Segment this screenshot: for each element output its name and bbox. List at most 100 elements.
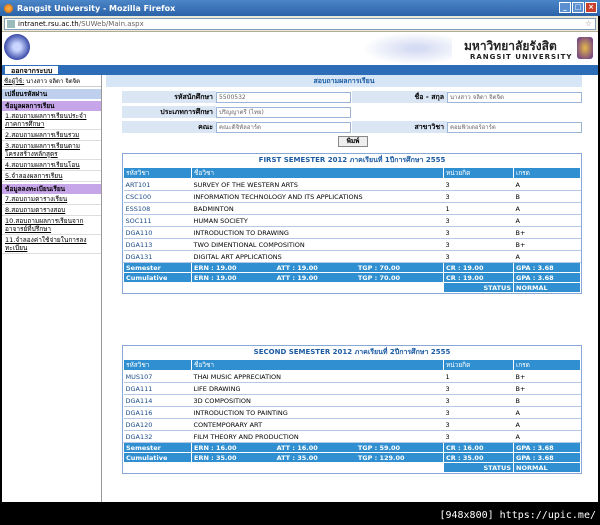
course-code: ESS108 [123, 202, 192, 215]
course-row: ESS108 BADMINTON 1 A [123, 202, 581, 215]
course-row: DGA111 LIFE DRAWING 3 B+ [123, 382, 581, 395]
major-field: คอมพิวเตอร์อาร์ต [447, 121, 582, 133]
course-row: SOC111 HUMAN SOCIETY 3 A [123, 214, 581, 227]
course-row: DGA132 FILM THEORY AND PRODUCTION 3 A [123, 430, 581, 443]
second-semester-rows: MUS107 THAI MUSIC APPRECIATION 1 B+ DGA111 LI… [123, 370, 581, 443]
summary-gpa: GPA : 3.68 [513, 442, 581, 453]
second-semester-panel: SECOND SEMESTER 2012 ภาคเรียนที่ 2ปีการศ… [122, 345, 582, 474]
student-id-label: รหัสนักศึกษา [122, 91, 216, 103]
address-input[interactable]: intranet.rsu.ac.th /SUWeb/Main.aspx ☆ [4, 17, 596, 30]
sidebar-item-fee-simulation[interactable]: 11.จำลองค่าใช้จ่ายในการลงทะเบียน [2, 235, 101, 254]
course-code: DGA114 [123, 394, 192, 407]
course-row: DGA116 INTRODUCTION TO PAINTING 3 A [123, 406, 581, 419]
course-name: THAI MUSIC APPRECIATION [191, 370, 444, 383]
main-content: สอบถามผลการเรียน รหัสนักศึกษา 5500532 ชื… [106, 75, 598, 502]
status-value: NORMAL [513, 282, 581, 293]
course-row: DGA113 TWO DIMENTIONAL COMPOSITION 3 B+ [123, 238, 581, 251]
summary-cr: CR : 16.00 [443, 442, 514, 453]
cumulative-att: ATT : 35.00 [276, 453, 318, 462]
header-decoration [362, 32, 452, 65]
sidebar-item-curriculum-grades[interactable]: 3.สอบถามผลการเรียนตามโครงสร้างหลักสูตร [2, 141, 101, 160]
bookmark-star-icon[interactable]: ☆ [585, 19, 592, 28]
second-semester-title: SECOND SEMESTER 2012 ภาคเรียนที่ 2ปีการศ… [123, 346, 581, 359]
course-unit: 3 [443, 226, 514, 239]
user-label: ชื่อผู้ใช้: [4, 78, 25, 85]
summary-att: ATT : 19.00 [276, 263, 318, 272]
course-row: MUS107 THAI MUSIC APPRECIATION 1 B+ [123, 370, 581, 383]
first-semester-table: รหัสวิชา ชื่อวิชา หน่วยกิต เกรด ART101 SU… [123, 167, 581, 293]
page-title: สอบถามผลการเรียน [106, 75, 582, 87]
title-bar: Rangsit University - Mozilla Firefox _ □… [0, 0, 600, 16]
course-code: DGA111 [123, 382, 192, 395]
close-button[interactable]: × [585, 2, 597, 13]
status-label: STATUS [443, 462, 514, 473]
col-code: รหัสวิชา [123, 359, 192, 371]
sidebar-item-transfer-grades[interactable]: 4.สอบถามผลการเรียนโอน [2, 160, 101, 171]
cumulative-tgp: TGP : 70.00 [357, 273, 401, 282]
course-grade: B+ [513, 238, 581, 251]
course-row: ART101 SURVEY OF THE WESTERN ARTS 3 A [123, 178, 581, 191]
status-spacer [123, 282, 192, 293]
course-name: 3D COMPOSITION [191, 394, 444, 407]
study-type-row: ประเภทการศึกษา ปริญญาตรี (ไทย) [122, 106, 351, 118]
course-name: HUMAN SOCIETY [191, 214, 444, 227]
col-unit: หน่วยกิต [443, 359, 514, 371]
page-viewport: มหาวิทยาลัยรังสิต RANGSIT UNIVERSITY ออก… [2, 32, 598, 502]
cumulative-label: Cumulative [123, 452, 192, 463]
course-grade: A [513, 250, 581, 263]
watermark: [948x800] https://upic.me/ [439, 510, 596, 521]
sidebar-item-overall-grades[interactable]: 2.สอบถามผลการเรียนรวม [2, 130, 101, 141]
status-row: STATUS NORMAL [123, 462, 581, 473]
course-unit: 3 [443, 394, 514, 407]
minimize-button[interactable]: _ [559, 2, 571, 13]
change-password-link[interactable]: เปลี่ยนรหัสผ่าน [2, 89, 101, 99]
course-name: INTRODUCTION TO PAINTING [191, 406, 444, 419]
url-domain: intranet.rsu.ac.th [18, 19, 79, 28]
window-controls: _ □ × [559, 2, 597, 13]
semester-summary-row: Semester ERN : 19.00 ATT : 19.00 TGP : 70.… [123, 262, 581, 273]
sidebar-item-class-schedule[interactable]: 7.สอบถามตารางเรียน [2, 194, 101, 205]
url-bar: intranet.rsu.ac.th /SUWeb/Main.aspx ☆ [2, 16, 598, 32]
first-semester-panel: FIRST SEMESTER 2012 ภาคเรียนที่ 1ปีการศึ… [122, 153, 582, 294]
summary-gpa: GPA : 3.68 [513, 262, 581, 273]
course-name: INFORMATION TECHNOLOGY AND ITS APPLICATI… [191, 190, 444, 203]
course-grade: A [513, 214, 581, 227]
cumulative-tgp: TGP : 129.00 [357, 453, 405, 462]
sidebar-item-semester-grades[interactable]: 1.สอบถามผลการเรียนประจำภาคการศึกษา [2, 111, 101, 130]
course-row: CSC100 INFORMATION TECHNOLOGY AND ITS APP… [123, 190, 581, 203]
window-title: Rangsit University - Mozilla Firefox [17, 3, 176, 13]
print-button[interactable]: พิมพ์ [338, 136, 368, 147]
course-unit: 3 [443, 250, 514, 263]
sidebar: ชื่อผู้ใช้: นางสาว จลิดา จิตจิต เปลี่ยนร… [2, 75, 102, 502]
status-spacer [123, 462, 192, 473]
browser-window: Rangsit University - Mozilla Firefox _ □… [0, 0, 600, 525]
cumulative-gpa: GPA : 3.68 [513, 452, 581, 463]
course-code: DGA116 [123, 406, 192, 419]
course-unit: 3 [443, 406, 514, 419]
summary-ern: ERN : 16.00 [194, 443, 237, 452]
course-unit: 1 [443, 202, 514, 215]
name-row: ชื่อ - สกุล นางสาว จลิดา จิตจิต [352, 91, 582, 103]
course-grade: B [513, 190, 581, 203]
cumulative-cr: CR : 19.00 [443, 272, 514, 283]
site-identity-icon[interactable] [7, 19, 15, 28]
student-id-row: รหัสนักศึกษา 5500532 [122, 91, 351, 103]
summary-ern: ERN : 19.00 [194, 263, 237, 272]
maximize-button[interactable]: □ [572, 2, 584, 13]
course-name: BADMINTON [191, 202, 444, 215]
summary-ern-att: ERN : 16.00 ATT : 16.00 TGP : 59.00 [191, 442, 444, 453]
course-unit: 3 [443, 382, 514, 395]
sidebar-item-grade-simulation[interactable]: 5.จำลองผลการเรียน [2, 171, 101, 182]
summary-tgp: TGP : 59.00 [357, 443, 401, 452]
sidebar-item-exam-schedule[interactable]: 8.สอบถามตารางสอบ [2, 205, 101, 216]
status-spacer [191, 462, 444, 473]
summary-att: ATT : 16.00 [276, 443, 318, 452]
summary-label: Semester [123, 442, 192, 453]
course-code: CSC100 [123, 190, 192, 203]
course-row: DGA110 INTRODUCTION TO DRAWING 3 B+ [123, 226, 581, 239]
sidebar-item-advisor-grades[interactable]: 10.สอบถามผลการเรียนจากอาจารย์ที่ปรึกษา [2, 216, 101, 235]
logout-link[interactable]: ออกจากระบบ [4, 65, 60, 75]
study-type-field: ปริญญาตรี (ไทย) [216, 106, 351, 118]
status-label: STATUS [443, 282, 514, 293]
course-code: DGA132 [123, 430, 192, 443]
